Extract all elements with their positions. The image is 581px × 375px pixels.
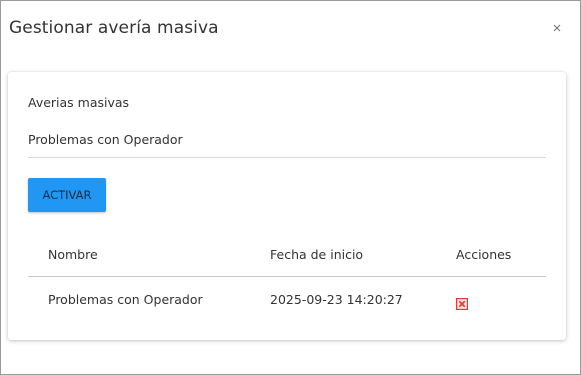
table-row: Problemas con Operador 2025-09-23 14:20:…	[28, 277, 546, 322]
section-label: Averias masivas	[28, 95, 130, 110]
outage-card: Averias masivas Problemas con Operador A…	[8, 72, 566, 340]
column-header-start-date: Fecha de inicio	[270, 247, 364, 262]
activate-button[interactable]: ACTIVAR	[28, 178, 106, 212]
table-header: Nombre Fecha de inicio Acciones	[28, 232, 546, 277]
row-start-date-cell: 2025-09-23 14:20:27	[270, 292, 403, 307]
column-header-name: Nombre	[48, 247, 98, 262]
column-header-actions: Acciones	[456, 247, 512, 262]
delete-icon[interactable]	[456, 298, 468, 310]
row-name-cell: Problemas con Operador	[48, 292, 203, 307]
outage-select-value: Problemas con Operador	[28, 132, 183, 147]
manage-outage-dialog: Gestionar avería masiva Averias masivas …	[0, 0, 581, 375]
close-icon[interactable]	[550, 21, 564, 35]
outage-select[interactable]: Problemas con Operador	[28, 124, 546, 158]
dialog-header: Gestionar avería masiva	[1, 1, 580, 59]
dialog-title: Gestionar avería masiva	[9, 18, 219, 38]
outages-table: Nombre Fecha de inicio Acciones Problema…	[28, 232, 546, 322]
